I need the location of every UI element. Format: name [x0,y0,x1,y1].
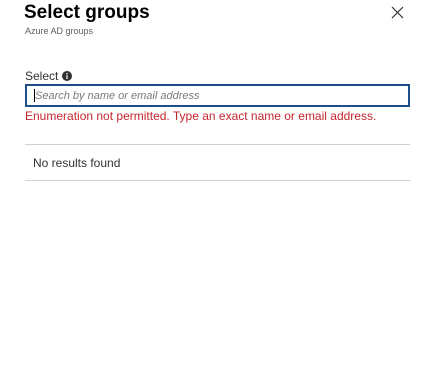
select-groups-panel: Select groups Azure AD groups Select Enu… [0,0,432,388]
panel-header: Select groups Azure AD groups [24,0,404,40]
no-results-message: No results found [33,156,121,170]
info-icon[interactable] [62,71,73,81]
text-caret [34,89,35,102]
search-box [25,84,410,107]
results-list: No results found [25,145,410,180]
select-field-label: Select [25,69,59,83]
page-title: Select groups [24,2,150,23]
page-subtitle: Azure AD groups [25,26,94,36]
error-message: Enumeration not permitted. Type an exact… [25,109,377,123]
search-input[interactable] [27,86,408,105]
close-button[interactable] [376,0,404,28]
select-field-label-row: Select [25,69,73,83]
close-icon[interactable] [391,0,404,22]
results-divider-bottom [25,180,410,181]
